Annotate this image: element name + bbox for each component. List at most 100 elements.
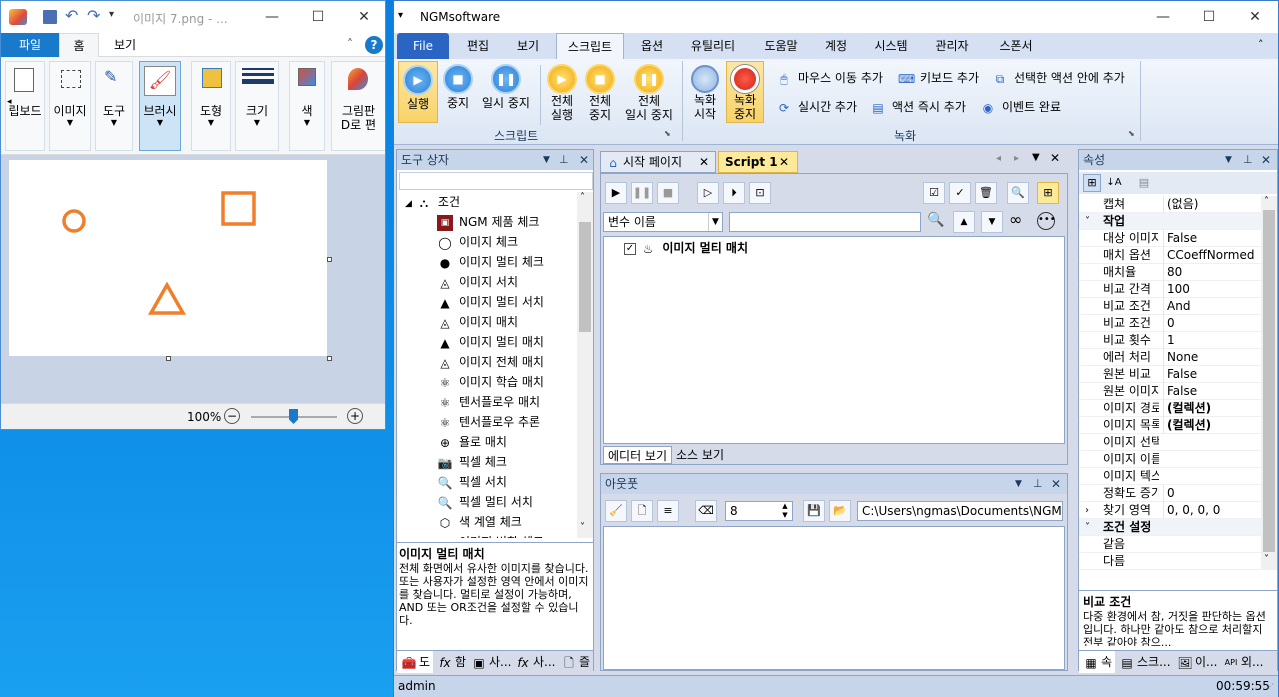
property-row[interactable]: 다름 (1079, 553, 1261, 570)
save-icon[interactable] (43, 10, 57, 24)
tab-images[interactable]: 🖼 이... (1173, 651, 1219, 673)
check-all-button[interactable]: ☑ (923, 182, 945, 204)
property-row[interactable]: › 찾기 영역 0, 0, 0, 0 (1079, 502, 1261, 519)
dialog-launcher-icon[interactable]: ⬊ (1128, 129, 1135, 138)
toolbox-item[interactable]: ◬ 이미지 매치 (397, 312, 577, 332)
minimize-button[interactable]: — (249, 1, 295, 33)
chevron-down-icon[interactable]: ˅ (1085, 519, 1090, 536)
property-category[interactable]: ˅ 작업 (1079, 213, 1261, 230)
sort-az-icon[interactable]: ↓A (1105, 174, 1123, 192)
delete-button[interactable]: 🗑 (975, 182, 997, 204)
maximize-button[interactable]: ☐ (295, 1, 341, 33)
minimize-button[interactable]: — (1140, 1, 1186, 33)
menu-help[interactable]: 도움말 (754, 33, 808, 59)
property-row[interactable]: 같음 (1079, 536, 1261, 553)
toolbox-item[interactable]: ⊕ 욜로 매치 (397, 432, 577, 452)
property-row[interactable]: 이미지 선택 (1079, 434, 1261, 451)
help-icon[interactable]: ? (365, 36, 383, 54)
tab-user-1[interactable]: ▣ 사... (467, 651, 511, 673)
scroll-down-icon[interactable]: ˅ (580, 522, 585, 533)
toolbox-item[interactable]: ⬡ 색 계열 체크 (397, 512, 577, 532)
redo-icon[interactable]: ↷ (87, 6, 100, 25)
checkbox[interactable]: ✓ (624, 242, 636, 255)
add-inside-selected-button[interactable]: ⧉ 선택한 액션 안에 추가 (992, 69, 1125, 87)
pause-all-button[interactable]: ❚❚ 전체 일시 중지 (620, 61, 678, 123)
tab-properties[interactable]: ▦ 속 (1079, 651, 1115, 673)
system-menu-icon[interactable]: ▾ (398, 10, 403, 21)
scroll-down-icon[interactable]: ˅ (1264, 554, 1269, 565)
toolbox-item[interactable]: ⚛ 텐서플로우 매치 (397, 392, 577, 412)
tools-group[interactable]: ✎ 도구 ▼ (95, 61, 133, 151)
undo-icon[interactable]: ↶ (65, 6, 78, 25)
script-node[interactable]: ✓ ♨ 이미지 멀티 매치 (624, 239, 748, 257)
pause-button[interactable]: ❚❚ (631, 182, 653, 204)
close-button[interactable]: ✕ (1232, 1, 1278, 33)
eraser-button[interactable]: ⌫ (695, 500, 717, 522)
tab-script-1[interactable]: Script 1 ✕ (718, 151, 798, 173)
categorized-icon[interactable]: ⊞ (1083, 174, 1101, 192)
property-row[interactable]: 비교 횟수 1 (1079, 332, 1261, 349)
chevron-right-icon[interactable]: › (1085, 502, 1089, 519)
step-button[interactable]: ▷ (697, 182, 719, 204)
record-start-button[interactable]: 녹화 시작 (686, 61, 724, 123)
tab-functions[interactable]: fx 함 (433, 651, 467, 673)
log-path-input[interactable]: C:\Users\ngmas\Documents\NGM6\ (857, 501, 1063, 521)
property-value[interactable]: 0 (1163, 485, 1261, 502)
search-button[interactable]: 🔍 (1007, 182, 1029, 204)
event-done-button[interactable]: ◉ 이벤트 완료 (980, 98, 1061, 116)
log-level-stepper[interactable]: 8 ▲ ▼ (725, 501, 793, 521)
property-value[interactable]: (컬렉션) (1163, 417, 1261, 434)
variable-search-input[interactable] (729, 212, 921, 232)
property-row[interactable]: 정확도 증가 0 (1079, 485, 1261, 502)
close-button[interactable]: ✕ (341, 1, 387, 33)
pane-menu-icon[interactable]: ▼ (1015, 474, 1022, 494)
scroll-thumb[interactable] (579, 222, 591, 332)
menu-utility[interactable]: 유틸리티 (680, 33, 746, 59)
property-row[interactable]: 캡쳐 (없음) (1079, 196, 1261, 213)
menu-sponsor[interactable]: 스폰서 (988, 33, 1044, 59)
menu-view[interactable]: 보기 (506, 33, 550, 59)
search-icon[interactable]: 🔍 (927, 212, 944, 228)
pane-menu-icon[interactable]: ▼ (543, 150, 550, 170)
step-into-button[interactable]: ⏵ (723, 182, 745, 204)
add-keyboard-button[interactable]: ⌨ 키보드 추가 (898, 69, 979, 87)
property-row[interactable]: 비교 조건 And (1079, 298, 1261, 315)
stop-button[interactable]: ■ 중지 (440, 61, 476, 123)
clear-log-button[interactable]: 🧹 (605, 500, 627, 522)
tab-close-icon[interactable]: ✕ (699, 152, 709, 172)
tab-favorites[interactable]: 🗋 즐 (557, 651, 593, 673)
pane-close-icon[interactable]: ✕ (1051, 474, 1061, 494)
resize-handle[interactable] (327, 356, 332, 361)
play-button[interactable]: ▶ (605, 182, 627, 204)
open-folder-button[interactable]: 📂 (829, 500, 851, 522)
save-log-button[interactable]: 💾 (803, 500, 825, 522)
script-canvas[interactable]: ✓ ♨ 이미지 멀티 매치 (603, 236, 1065, 444)
ribbon-scroll-left-icon[interactable]: ◂ (7, 97, 12, 107)
more-icon[interactable]: ••• (1037, 212, 1056, 230)
collapse-ribbon-icon[interactable]: ˄ (1258, 38, 1264, 51)
resize-handle[interactable] (327, 257, 332, 262)
tree-root[interactable]: ◢ ⛬ 조건 (397, 192, 577, 212)
property-value[interactable]: 0 (1163, 315, 1261, 332)
menu-admin[interactable]: 관리자 (924, 33, 980, 59)
move-up-button[interactable]: ▲ (953, 211, 975, 233)
record-stop-button[interactable]: 녹화 중지 (726, 61, 764, 123)
property-value[interactable]: (컬렉션) (1163, 400, 1261, 417)
toolbox-item[interactable]: ▦ 이미지 변화 체크 (397, 532, 577, 538)
tab-scroll-right-icon[interactable]: ▸ (1014, 153, 1019, 164)
output-log[interactable] (603, 526, 1065, 670)
menu-options[interactable]: 옵션 (630, 33, 674, 59)
paint3d-group[interactable]: 그림판 D로 편 (331, 61, 385, 151)
editor-close-icon[interactable]: ✕ (1050, 151, 1060, 165)
property-row[interactable]: 매치율 80 (1079, 264, 1261, 281)
menu-file[interactable]: File (397, 33, 449, 59)
size-group[interactable]: 크기 ▼ (235, 61, 279, 151)
property-value[interactable]: False (1163, 230, 1261, 247)
property-row[interactable]: 이미지 경로 (컬렉션) (1079, 400, 1261, 417)
property-row[interactable]: 매치 옵션 CCoeffNormed (1079, 247, 1261, 264)
stepper-arrows-icon[interactable]: ▲ ▼ (778, 502, 792, 520)
toolbox-item[interactable]: ⚛ 이미지 학습 매치 (397, 372, 577, 392)
chevron-down-icon[interactable]: ˅ (1085, 213, 1090, 230)
tab-toolbox[interactable]: 🧰 도 (397, 651, 433, 673)
property-row[interactable]: 대상 이미지 False (1079, 230, 1261, 247)
